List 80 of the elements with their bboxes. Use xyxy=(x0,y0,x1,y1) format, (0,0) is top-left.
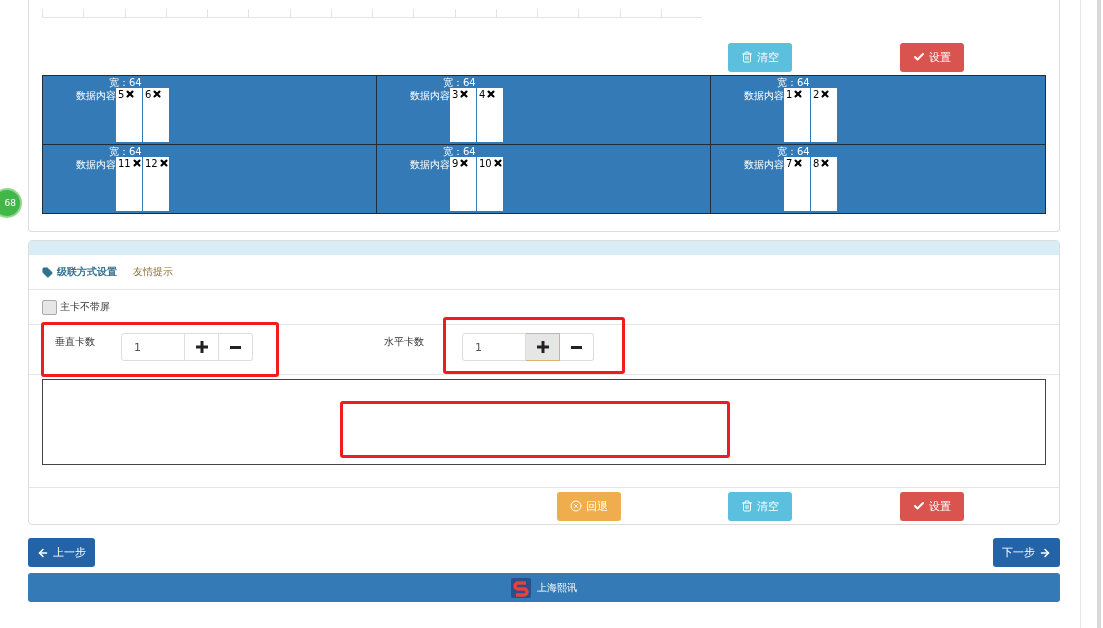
content-label: 数据内容 xyxy=(76,159,116,171)
remove-icon[interactable] xyxy=(459,89,470,99)
next-button[interactable]: 下一步 xyxy=(993,538,1060,567)
check-icon xyxy=(913,500,925,512)
width-label: 宽：64 xyxy=(443,147,476,157)
minus-icon xyxy=(230,345,241,349)
card-slot[interactable]: 12 xyxy=(143,157,169,211)
content-label: 数据内容 xyxy=(410,159,450,171)
set-button[interactable]: 设置 xyxy=(900,42,964,72)
arrow-right-icon xyxy=(1039,546,1051,559)
text-area[interactable] xyxy=(42,379,1046,465)
card-slot[interactable]: 10 xyxy=(477,157,503,211)
remove-icon[interactable] xyxy=(486,89,497,99)
spinner-label: 水平卡数 xyxy=(384,335,424,349)
trash-icon xyxy=(741,500,753,512)
set-button[interactable]: 设置 xyxy=(900,491,964,521)
width-label: 宽：64 xyxy=(109,147,142,157)
card-slot[interactable]: 8 xyxy=(811,157,837,211)
remove-icon[interactable] xyxy=(820,158,831,168)
checkbox-label: 主卡不带屏 xyxy=(60,300,110,314)
arrow-left-icon xyxy=(37,546,49,559)
width-label: 宽：64 xyxy=(109,78,142,88)
card-slot[interactable]: 4 xyxy=(477,88,503,142)
slot-number: 12 xyxy=(144,157,159,170)
remove-icon[interactable] xyxy=(820,89,831,99)
remove-icon[interactable] xyxy=(125,89,136,99)
content-label: 数据内容 xyxy=(410,90,450,102)
slot-number: 1 xyxy=(785,88,794,101)
card-slot[interactable]: 6 xyxy=(143,88,169,142)
remove-icon[interactable] xyxy=(152,89,163,99)
check-icon xyxy=(913,51,925,63)
width-label: 宽：64 xyxy=(777,78,810,88)
content-label: 数据内容 xyxy=(76,90,116,102)
card-slot[interactable]: 9 xyxy=(450,157,476,211)
card-slot[interactable]: 1 xyxy=(784,88,810,142)
card-slot[interactable]: 7 xyxy=(784,157,810,211)
width-label: 宽：64 xyxy=(777,147,810,157)
number-input[interactable]: 1 xyxy=(121,333,185,361)
tab[interactable]: 友情提示 xyxy=(133,265,173,279)
card-slot[interactable]: 5 xyxy=(116,88,142,142)
previous-button[interactable]: 上一步 xyxy=(28,538,95,567)
slot-number: 8 xyxy=(812,157,821,170)
spinner-label: 垂直卡数 xyxy=(55,335,95,349)
logo-icon xyxy=(511,577,531,598)
card-slot[interactable]: 11 xyxy=(116,157,142,211)
remove-icon[interactable] xyxy=(492,158,503,168)
slot-number: 2 xyxy=(812,88,821,101)
slot-number: 4 xyxy=(478,88,487,101)
trash-icon xyxy=(741,51,753,63)
tab[interactable]: 级联方式设置 xyxy=(42,265,117,279)
width-label: 宽：64 xyxy=(443,78,476,88)
slot-number: 10 xyxy=(478,157,493,170)
checkbox[interactable] xyxy=(42,299,57,315)
remove-icon[interactable] xyxy=(793,158,804,168)
card-slot[interactable]: 2 xyxy=(811,88,837,142)
count-badge: 68 xyxy=(0,188,22,218)
plus-icon xyxy=(536,341,549,353)
slot-number: 9 xyxy=(451,157,460,170)
content-label: 数据内容 xyxy=(744,90,784,102)
content-label: 数据内容 xyxy=(744,159,784,171)
brand-name: 上海熙讯 xyxy=(537,580,577,595)
slot-number: 7 xyxy=(785,157,794,170)
number-input[interactable]: 1 xyxy=(462,333,526,361)
decrement-button[interactable] xyxy=(219,333,253,361)
card-slot[interactable]: 3 xyxy=(450,88,476,142)
slot-number: 3 xyxy=(451,88,460,101)
decrement-button[interactable] xyxy=(560,333,594,361)
remove-circle-icon xyxy=(570,500,582,512)
slot-number: 5 xyxy=(117,88,126,101)
tag-icon xyxy=(42,266,53,278)
remove-icon[interactable] xyxy=(131,158,142,168)
remove-icon[interactable] xyxy=(459,158,470,168)
remove-icon[interactable] xyxy=(158,158,169,168)
slot-number: 6 xyxy=(144,88,153,101)
remove-icon[interactable] xyxy=(793,89,804,99)
minus-icon xyxy=(571,345,582,349)
increment-button[interactable] xyxy=(185,333,219,361)
increment-button[interactable] xyxy=(526,333,560,361)
slot-number: 11 xyxy=(117,157,132,170)
plus-icon xyxy=(195,341,208,353)
